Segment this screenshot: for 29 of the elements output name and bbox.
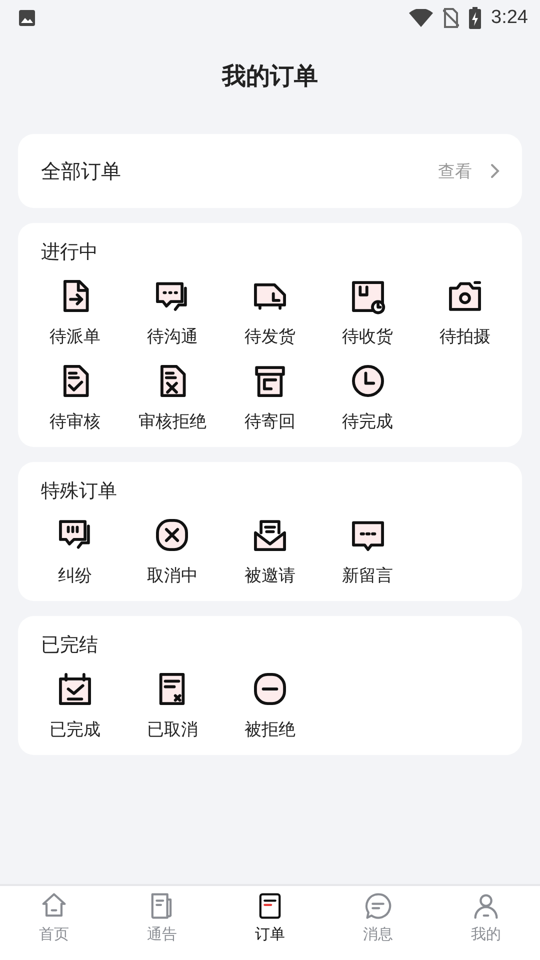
order-status-item[interactable]: 待收货 [318,277,416,348]
battery-charging-icon [469,7,482,29]
status-time: 3:24 [491,7,528,29]
chevron-right-icon [490,163,500,179]
order-status-item[interactable]: 待派单 [26,277,124,348]
order-status-item[interactable]: 已完成 [26,670,124,741]
order-status-item[interactable]: 待完成 [318,362,416,433]
order-status-item[interactable]: 已取消 [124,670,222,741]
order-status-item[interactable]: 待拍摄 [416,277,514,348]
section-title: 特殊订单 [40,479,117,504]
section-title: 进行中 [40,240,98,265]
image-icon [18,9,36,27]
page-title: 我的订单 [222,61,318,92]
tab-item[interactable]: 订单 [216,886,324,960]
order-status-item[interactable]: 待发货 [221,277,319,348]
order-status-item[interactable]: 被邀请 [221,516,319,587]
all-orders-row[interactable]: 全部订单 查看 [18,134,522,208]
section-title: 已完结 [40,633,98,658]
order-status-item[interactable]: 待沟通 [124,277,222,348]
order-status-item[interactable]: 待审核 [26,362,124,433]
all-orders-label: 全部订单 [41,158,122,184]
order-status-item[interactable]: 被拒绝 [221,670,319,741]
order-status-item[interactable]: 纠纷 [26,516,124,587]
no-sim-icon [443,8,460,28]
order-status-item[interactable]: 审核拒绝 [124,362,222,433]
order-status-item[interactable]: 取消中 [124,516,222,587]
order-status-item[interactable]: 新留言 [318,516,416,587]
order-status-item[interactable]: 待寄回 [221,362,319,433]
wifi-icon [409,9,434,27]
